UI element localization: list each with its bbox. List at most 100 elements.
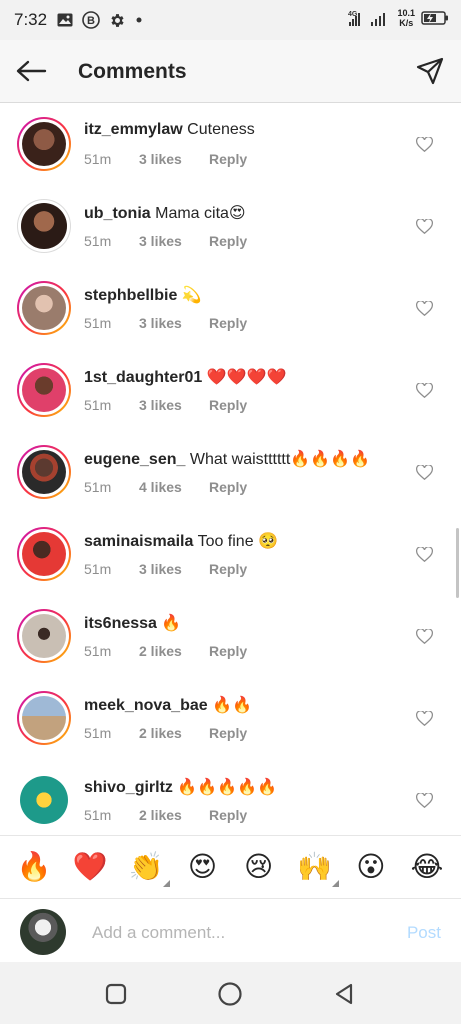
avatar[interactable] — [17, 445, 71, 499]
comment-time: 51m — [84, 643, 112, 659]
circle-icon — [218, 982, 242, 1006]
triangle-back-icon — [335, 983, 353, 1005]
like-button[interactable] — [415, 217, 433, 235]
comment-likes[interactable]: 3 likes — [139, 315, 209, 331]
like-button[interactable] — [415, 627, 433, 645]
reply-button[interactable]: Reply — [209, 725, 247, 741]
reply-button[interactable]: Reply — [209, 233, 247, 249]
comment-time: 51m — [84, 725, 112, 741]
square-icon — [105, 983, 127, 1005]
like-button[interactable] — [415, 545, 433, 563]
avatar[interactable] — [17, 363, 71, 417]
comment-username[interactable]: eugene_sen_ — [84, 451, 185, 468]
comment-likes[interactable]: 3 likes — [139, 151, 209, 167]
comment-item: ub_tonia Mama cita😍 51m 3 likes Reply — [0, 186, 461, 268]
avatar[interactable] — [17, 691, 71, 745]
comments-header: Comments — [0, 40, 461, 103]
reply-button[interactable]: Reply — [209, 479, 247, 495]
comment-username[interactable]: 1st_daughter01 — [84, 369, 202, 386]
comment-username[interactable]: shivo_girltz — [84, 779, 173, 796]
quick-reactions-bar: 🔥 ❤️ 👏 😍 😢 🙌 😮 😂 — [0, 835, 461, 897]
recent-apps-button[interactable] — [102, 980, 130, 1008]
b-app-notification-icon: B — [82, 11, 100, 29]
avatar[interactable] — [17, 281, 71, 335]
back-arrow-icon — [16, 60, 47, 82]
comment-likes[interactable]: 2 likes — [139, 807, 209, 823]
post-button[interactable]: Post — [407, 923, 441, 943]
heart-icon — [415, 710, 433, 726]
reply-button[interactable]: Reply — [209, 397, 247, 413]
comment-text: 🔥 — [161, 615, 182, 632]
heart-icon — [415, 546, 433, 562]
comment-likes[interactable]: 3 likes — [139, 561, 209, 577]
reply-button[interactable]: Reply — [209, 561, 247, 577]
avatar[interactable] — [17, 773, 71, 827]
scrollbar[interactable] — [456, 528, 459, 598]
comment-likes[interactable]: 2 likes — [139, 643, 209, 659]
avatar[interactable] — [17, 199, 71, 253]
comment-input[interactable] — [92, 921, 382, 945]
heart-icon — [415, 136, 433, 152]
reaction-raised-hands-button[interactable]: 🙌 — [293, 845, 339, 889]
reaction-heart-button[interactable]: ❤️ — [68, 845, 112, 889]
reaction-surprised-button[interactable]: 😮 — [349, 845, 393, 889]
comments-list[interactable]: itz_emmylaw Cuteness 51m 3 likes Reply ub_… — [0, 104, 461, 834]
reply-button[interactable]: Reply — [209, 151, 247, 167]
system-navigation-bar — [0, 962, 461, 1024]
comment-time: 51m — [84, 479, 112, 495]
comment-item: saminaismaila Too fine 🥺 51m 3 likes Reply — [0, 514, 461, 596]
send-icon — [416, 57, 444, 85]
reaction-crying-button[interactable]: 😢 — [237, 845, 281, 889]
home-button[interactable] — [216, 980, 244, 1008]
cellular-signal-icon: 4G — [347, 8, 391, 28]
comment-item: itz_emmylaw Cuteness 51m 3 likes Reply — [0, 104, 461, 186]
comment-likes[interactable]: 4 likes — [139, 479, 209, 495]
like-button[interactable] — [415, 463, 433, 481]
comment-item: eugene_sen_ What waistttttt🔥🔥🔥🔥 51m 4 lik… — [0, 432, 461, 514]
heart-icon — [415, 792, 433, 808]
comment-username[interactable]: meek_nova_bae — [84, 697, 208, 714]
comment-likes[interactable]: 2 likes — [139, 725, 209, 741]
comment-text: 🔥🔥🔥🔥🔥 — [177, 779, 277, 796]
skin-tone-indicator — [331, 879, 339, 887]
reaction-laughing-button[interactable]: 😂 — [405, 845, 449, 889]
page-title: Comments — [78, 60, 187, 83]
comment-time: 51m — [84, 151, 112, 167]
comment-username[interactable]: itz_emmylaw — [84, 121, 183, 138]
status-time: 7:32 — [14, 10, 48, 29]
comment-text: 🔥🔥 — [212, 697, 252, 714]
comment-username[interactable]: its6nessa — [84, 615, 157, 632]
heart-icon — [415, 300, 433, 316]
back-nav-button[interactable] — [330, 980, 358, 1008]
my-avatar — [20, 909, 66, 955]
avatar[interactable] — [17, 609, 71, 663]
comment-likes[interactable]: 3 likes — [139, 397, 209, 413]
reaction-fire-button[interactable]: 🔥 — [12, 845, 56, 889]
battery-charging-icon — [421, 11, 449, 25]
reaction-clap-button[interactable]: 👏 — [124, 845, 171, 889]
reply-button[interactable]: Reply — [209, 315, 247, 331]
comment-username[interactable]: ub_tonia — [84, 205, 151, 222]
comment-item: stephbellbie 💫 51m 3 likes Reply — [0, 268, 461, 350]
avatar[interactable] — [17, 117, 71, 171]
comment-item: its6nessa 🔥 51m 2 likes Reply — [0, 596, 461, 678]
comment-username[interactable]: saminaismaila — [84, 533, 193, 550]
like-button[interactable] — [415, 135, 433, 153]
like-button[interactable] — [415, 299, 433, 317]
reaction-heart-eyes-button[interactable]: 😍 — [180, 845, 224, 889]
heart-icon — [415, 218, 433, 234]
back-button[interactable] — [14, 57, 48, 85]
like-button[interactable] — [415, 381, 433, 399]
share-button[interactable] — [413, 54, 447, 88]
add-comment-bar: Post — [0, 898, 461, 962]
comment-username[interactable]: stephbellbie — [84, 287, 177, 304]
comment-item: meek_nova_bae 🔥🔥 51m 2 likes Reply — [0, 678, 461, 760]
like-button[interactable] — [415, 791, 433, 809]
reply-button[interactable]: Reply — [209, 643, 247, 659]
comment-likes[interactable]: 3 likes — [139, 233, 209, 249]
comment-text: Mama cita😍 — [155, 205, 246, 222]
avatar[interactable] — [17, 527, 71, 581]
like-button[interactable] — [415, 709, 433, 727]
reply-button[interactable]: Reply — [209, 807, 247, 823]
comment-time: 51m — [84, 807, 112, 823]
